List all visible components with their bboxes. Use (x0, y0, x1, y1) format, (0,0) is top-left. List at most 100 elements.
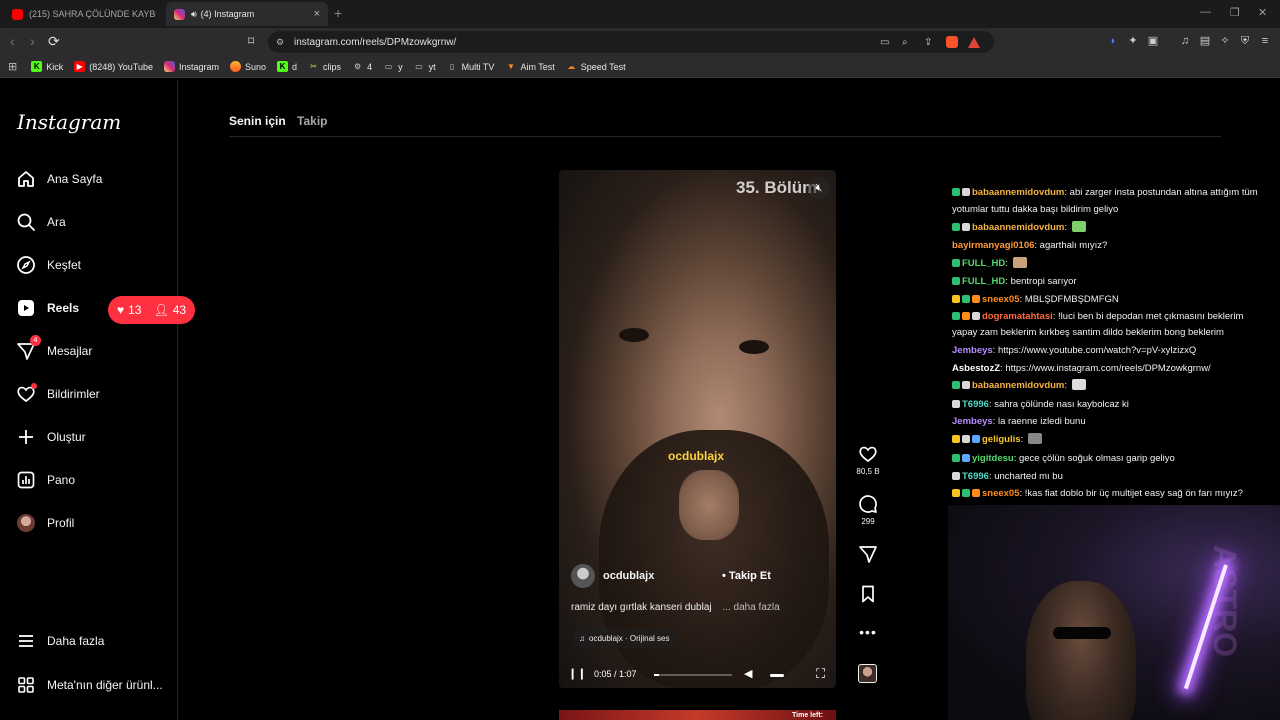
leo-icon[interactable]: ✧ (1218, 34, 1232, 48)
tab-for-you[interactable]: Senin için (229, 114, 286, 128)
like-button[interactable]: 80,5 B (850, 444, 886, 476)
reload-icon[interactable]: ⟳ (48, 33, 60, 50)
close-icon[interactable]: × (314, 8, 320, 20)
chat-username[interactable]: FULL_HD (962, 276, 1005, 287)
bookmark-label: Speed Test (580, 61, 626, 72)
comment-button[interactable]: 299 (850, 494, 886, 526)
volume-slider[interactable] (770, 674, 784, 677)
nav-explore[interactable]: Keşfet (16, 253, 81, 277)
bookmark-aimtest[interactable]: ▼ Aim Test (505, 61, 555, 72)
apps-icon[interactable]: ⊞ (8, 60, 17, 73)
chat-message: babaannemidovdum: (952, 379, 1274, 392)
avatar[interactable] (571, 564, 595, 588)
chat-badge-icon (962, 188, 970, 196)
share-icon[interactable]: ⇪ (924, 37, 932, 48)
chat-username[interactable]: sneex05 (982, 294, 1020, 305)
brave-rewards-icon[interactable] (968, 36, 980, 48)
video-controls: ❙❙ 0:05 / 1:07 ◀︎ ⛶ (566, 664, 832, 686)
nav-create[interactable]: Oluştur (16, 425, 86, 449)
zoom-icon[interactable]: ⌕ (902, 37, 908, 48)
chat-message: FULL_HD: bentropi sarıyor (952, 275, 1274, 288)
chat-username[interactable]: FULL_HD (962, 258, 1005, 269)
chat-username[interactable]: T6996 (962, 399, 989, 410)
chat-username[interactable]: geligulis (982, 434, 1021, 445)
tab-youtube[interactable]: (215) SAHRA ÇÖLÜNDE KAYBOLAN I (4, 2, 164, 26)
chat-username[interactable]: sneex05 (982, 488, 1020, 499)
wallet-icon[interactable]: ◗ (1106, 34, 1120, 48)
nav-label: Profil (47, 516, 75, 530)
nav-more[interactable]: Daha fazla (16, 629, 104, 653)
bookmark-icon[interactable]: ⌑ (248, 34, 254, 48)
share-button[interactable] (850, 544, 886, 567)
nav-reels[interactable]: Reels (16, 296, 79, 320)
sidebar-icon[interactable]: ▤ (1198, 34, 1212, 48)
nav-meta-products[interactable]: Meta'nın diğer ürünl... (16, 673, 163, 697)
restore-icon[interactable]: ❐ (1230, 6, 1240, 19)
url-bar[interactable]: ⚙ instagram.com/reels/DPMzowkgrnw/ ▭ ⌕ ⇪ (268, 31, 994, 53)
bookmark-d[interactable]: Kd (277, 61, 297, 72)
nav-profile[interactable]: Profil (16, 511, 74, 535)
bookmark-speedtest[interactable]: ☁ Speed Test (566, 61, 626, 72)
tab-following[interactable]: Takip (297, 114, 327, 128)
nav-home[interactable]: Ana Sayfa (16, 167, 102, 191)
mute-button[interactable]: 🔇︎ (808, 177, 830, 199)
chat-username[interactable]: Jembeys (952, 345, 993, 356)
sunglasses (1053, 627, 1111, 639)
bookmark-folder-y[interactable]: ▭ y (383, 61, 403, 72)
extension-icon[interactable]: ▣ (1146, 34, 1160, 48)
audio-chip[interactable]: ♫ ocdublajx · Orijinal ses (573, 628, 678, 648)
bookmark-kick[interactable]: K Kick (31, 61, 63, 72)
forward-icon[interactable]: › (30, 33, 35, 49)
bookmark-multitv[interactable]: ▯ Multi TV (447, 61, 495, 72)
chat-message: yotumlar tuttu dakka başı bildirim geliy… (952, 203, 1274, 216)
chat-username[interactable]: babaannemidovdum (972, 380, 1064, 391)
chat-username[interactable]: babaannemidovdum (972, 222, 1064, 233)
reel-author[interactable]: ocdublajx (571, 564, 654, 588)
bookmark-youtube[interactable]: ▶ (8248) YouTube (74, 61, 153, 72)
notification-pill[interactable]: ♥ 13 👤︎ 43 (108, 296, 196, 324)
brave-shield-icon[interactable] (946, 36, 958, 48)
author-name[interactable]: ocdublajx (603, 570, 654, 582)
chat-emote-icon (1027, 433, 1042, 444)
bookmark-suno[interactable]: Suno (230, 61, 266, 72)
nav-messages[interactable]: 4 Mesajlar (16, 335, 92, 363)
audio-thumbnail[interactable] (858, 664, 877, 683)
fullscreen-icon[interactable]: ⛶ (816, 666, 825, 682)
chat-username[interactable]: AsbestozZ (952, 363, 1000, 374)
nav-search[interactable]: Ara (16, 210, 66, 234)
menu-icon[interactable]: ≡ (1258, 34, 1272, 48)
site-info-icon[interactable]: ⚙ (276, 37, 284, 48)
follow-button[interactable]: • Takip Et (722, 570, 771, 582)
tab-instagram[interactable]: 🔊︎ (4) Instagram × (166, 2, 328, 26)
caption-more-link[interactable]: ... daha fazla (722, 602, 779, 613)
chat-username[interactable]: babaannemidovdum (972, 187, 1064, 198)
chat-badge-icon (972, 489, 980, 497)
nav-dashboard[interactable]: Pano (16, 468, 75, 492)
bookmark-4[interactable]: ⚙ 4 (352, 61, 372, 72)
save-button[interactable] (850, 584, 886, 607)
chat-username[interactable]: Jembeys (952, 416, 993, 427)
chat-username[interactable]: bayirmanyagi0106 (952, 240, 1034, 251)
nav-notifications[interactable]: Bildirimler (16, 382, 100, 406)
new-tab-icon[interactable]: + (334, 5, 342, 21)
back-icon[interactable]: ‹ (10, 33, 15, 49)
bookmark-clips[interactable]: ✂ clips (308, 61, 341, 72)
more-options-button[interactable]: ••• (850, 624, 886, 640)
bookmark-instagram[interactable]: Instagram (163, 61, 219, 72)
progress-bar[interactable] (654, 674, 732, 676)
bookmark-folder-yt[interactable]: ▭ yt (414, 61, 435, 72)
close-window-icon[interactable]: ✕ (1258, 6, 1267, 19)
chat-username[interactable]: yigitdesu (972, 453, 1014, 464)
minimize-icon[interactable]: — (1200, 6, 1211, 18)
pause-icon[interactable]: ❙❙ (568, 667, 586, 680)
music-icon[interactable]: ♫ (1178, 34, 1192, 48)
vpn-icon[interactable]: ⛨ (1238, 34, 1252, 48)
chat-username[interactable]: T6996 (962, 471, 989, 482)
cast-icon[interactable]: ▭ (880, 37, 889, 48)
chat-badge-icon (962, 454, 970, 462)
extensions-icon[interactable]: ✦ (1126, 34, 1140, 48)
chat-text: abi zarger insta postundan altına attığı… (1069, 187, 1258, 198)
instagram-logo[interactable]: Instagram (17, 110, 121, 134)
chat-username[interactable]: dogramatahtasi (982, 311, 1053, 322)
volume-icon[interactable]: ◀︎ (744, 667, 752, 680)
